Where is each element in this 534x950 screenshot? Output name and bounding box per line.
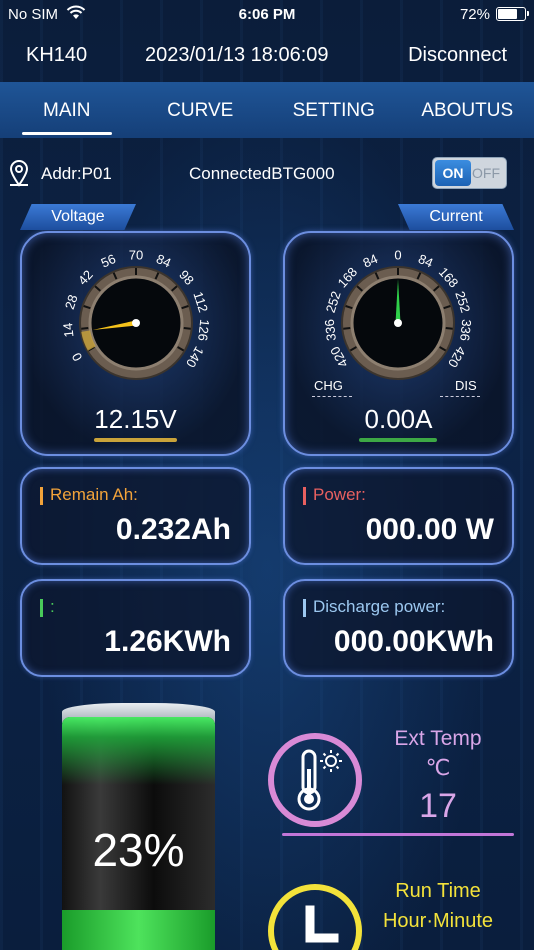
battery-percent-value: 23% <box>92 824 185 876</box>
location-pin-icon <box>9 160 29 187</box>
gauge-tick-label: 84 <box>154 251 173 271</box>
clock-icon <box>305 905 339 943</box>
status-bar: No SIM 6:06 PM 72% <box>0 0 534 28</box>
remain-ah-value: 0.232Ah <box>115 513 231 546</box>
toggle-off-label: OFF <box>472 165 500 181</box>
run-time-unit: Hour·Minute <box>382 910 494 932</box>
gauge-tick-label: 84 <box>361 251 380 271</box>
power-box: Power: 000.00 W <box>283 467 514 565</box>
gauge-needle-hub <box>132 319 140 327</box>
voltage-underline <box>94 438 177 442</box>
address-row: Addr:P01 ConnectedBTG000 ON OFF <box>0 155 534 191</box>
run-time-label: Run Time <box>395 880 481 902</box>
current-underline <box>359 438 437 442</box>
gauge-tick-label: 98 <box>176 267 197 288</box>
gauge-tick-label: 14 <box>61 322 77 338</box>
gauge-tick-label: 252 <box>323 289 344 314</box>
discharge-label: Discharge power: <box>313 597 446 616</box>
energy-box: : 1.26KWh <box>20 579 251 677</box>
tab-setting[interactable]: SETTING <box>267 82 401 138</box>
chg-dash <box>312 396 352 397</box>
dis-dash <box>440 396 480 397</box>
battery-fill <box>62 909 215 950</box>
gauge-tick-label: 336 <box>323 319 339 342</box>
ext-temp-label: Ext Temp <box>394 727 482 750</box>
energy-label: : <box>50 597 55 616</box>
gauge-tick-label: 28 <box>62 293 81 311</box>
energy-value: 1.26KWh <box>104 625 231 658</box>
gauge-needle-hub <box>394 319 402 327</box>
tab-aboutus[interactable]: ABOUTUS <box>401 82 534 138</box>
gauge-tick-label: 112 <box>190 290 211 314</box>
remain-ah-label: Remain Ah: <box>50 485 138 504</box>
voltage-label: Voltage <box>20 204 136 230</box>
gauge-tick-label: 0 <box>394 247 401 262</box>
remain-ah-box: Remain Ah: 0.232Ah <box>20 467 251 565</box>
clock-time: 6:06 PM <box>238 6 296 23</box>
device-name: KH140 <box>26 44 88 66</box>
power-label: Power: <box>313 485 366 504</box>
toggle-on-label: ON <box>435 160 471 186</box>
battery-icon <box>496 7 529 21</box>
dis-label: DIS <box>455 378 477 393</box>
device-datetime: 2023/01/13 18:06:09 <box>145 44 329 66</box>
gauge-tick-label: 0 <box>69 350 86 364</box>
clock-ring <box>268 884 362 950</box>
gauge-tick-label: 126 <box>195 319 211 342</box>
gauge-tick-label: 84 <box>416 251 435 271</box>
ext-temp-underline <box>282 833 514 836</box>
discharge-value: 000.00KWh <box>333 625 494 658</box>
header: KH140 2023/01/13 18:06:09 Disconnect <box>0 28 534 80</box>
gauge-tick <box>445 327 453 330</box>
tab-curve[interactable]: CURVE <box>134 82 268 138</box>
tab-bar: MAIN CURVE SETTING ABOUTUS <box>0 82 534 138</box>
discharge-box: Discharge power: 000.00KWh <box>283 579 514 677</box>
current-value: 0.00A <box>364 404 433 434</box>
gauge-tick-label: 70 <box>129 247 143 262</box>
battery-top-glow <box>62 717 215 797</box>
chg-label: CHG <box>314 378 343 393</box>
battery-percent: 72% <box>459 6 490 23</box>
address-label: Addr:P01 <box>41 164 112 183</box>
ext-temp-unit: ℃ <box>425 755 451 780</box>
gauge-tick-label: 56 <box>99 251 118 271</box>
gauge-tick <box>183 327 191 330</box>
power-toggle[interactable]: ON OFF <box>432 157 507 189</box>
battery-gauge: 23% <box>62 703 215 950</box>
gauge-tick-label: 42 <box>75 267 96 288</box>
gauge-tick-label: 336 <box>457 319 473 342</box>
voltage-value: 12.15V <box>94 404 177 434</box>
current-gauge: 42033625216884 0 84168252336420 <box>323 247 473 380</box>
gauge-tick <box>343 327 351 330</box>
gauge-tick <box>81 327 89 330</box>
thermometer-ring <box>268 733 362 827</box>
power-value: 000.00 W <box>365 513 494 546</box>
tab-main[interactable]: MAIN <box>0 82 134 138</box>
connection-status: ConnectedBTG000 <box>189 164 335 183</box>
disconnect-button[interactable]: Disconnect <box>408 44 507 67</box>
ext-temp-value: 17 <box>419 787 457 825</box>
voltage-gauge: 014284256 70 8498112126140 <box>61 247 211 380</box>
gauge-tick-label: 252 <box>452 289 473 314</box>
thermometer-icon <box>297 749 342 811</box>
current-label: Current <box>398 204 514 230</box>
